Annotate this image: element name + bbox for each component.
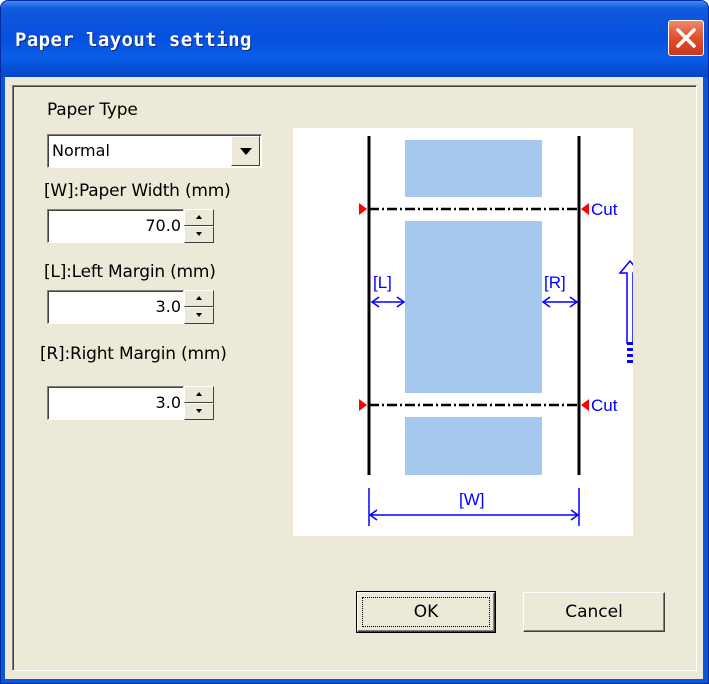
cut-marker-right-top <box>581 203 589 215</box>
right-margin-spinner[interactable] <box>184 386 214 420</box>
right-margin-value: 3.0 <box>155 393 181 412</box>
feed-direction-arrow-icon <box>618 259 642 363</box>
left-margin-spinner[interactable] <box>184 290 214 324</box>
paper-width-spinner[interactable] <box>184 209 214 243</box>
cut-marker-right-bottom <box>581 399 589 411</box>
title-bar[interactable]: Paper layout setting <box>1 1 708 77</box>
paper-width-up-button[interactable] <box>184 209 214 226</box>
cut-marker-left-bottom <box>359 399 367 411</box>
left-margin-input[interactable]: 3.0 <box>47 290 184 324</box>
close-button[interactable] <box>668 20 704 56</box>
paper-type-label: Paper Type <box>47 100 138 120</box>
cut-label-top: Cut <box>591 200 618 219</box>
paper-width-input[interactable]: 70.0 <box>47 209 184 243</box>
paper-width-label: [W]:Paper Width (mm) <box>44 181 231 201</box>
focus-rectangle <box>362 597 490 627</box>
left-margin-label: [L]:Left Margin (mm) <box>44 262 216 282</box>
left-margin-annotation: [L] <box>373 273 392 292</box>
window-title: Paper layout setting <box>15 29 252 51</box>
right-margin-input[interactable]: 3.0 <box>47 386 184 420</box>
left-margin-down-button[interactable] <box>184 307 214 324</box>
left-margin-up-button[interactable] <box>184 290 214 307</box>
paper-layout-diagram: Cut Cut [L] [R] [W] <box>293 128 642 536</box>
right-margin-label: [R]:Right Margin (mm) <box>40 344 227 364</box>
right-margin-down-button[interactable] <box>184 403 214 420</box>
ok-button[interactable]: OK <box>356 591 496 633</box>
paper-type-value: Normal <box>52 141 110 160</box>
cut-marker-left-top <box>359 203 367 215</box>
paper-width-value: 70.0 <box>145 216 181 235</box>
cancel-button[interactable]: Cancel <box>523 592 665 632</box>
cut-label-bottom: Cut <box>591 396 618 415</box>
settings-group-frame: Paper Type Normal [W]:Paper Width (mm) 7… <box>12 85 697 671</box>
label-middle <box>405 221 542 393</box>
label-top <box>405 140 542 197</box>
width-annotation: [W] <box>459 490 485 509</box>
paper-layout-dialog: Paper layout setting Paper Type Normal [… <box>0 0 709 684</box>
dialog-body: Paper Type Normal [W]:Paper Width (mm) 7… <box>5 77 703 679</box>
close-icon <box>676 28 696 48</box>
layout-diagram-svg: Cut Cut [L] [R] [W] <box>359 136 642 526</box>
label-bottom <box>405 417 542 475</box>
left-margin-value: 3.0 <box>155 297 181 316</box>
cancel-button-label: Cancel <box>565 602 623 622</box>
paper-width-down-button[interactable] <box>184 226 214 243</box>
dropdown-arrow-icon[interactable] <box>231 136 260 166</box>
right-margin-up-button[interactable] <box>184 386 214 403</box>
paper-type-select[interactable]: Normal <box>47 134 262 168</box>
right-margin-annotation: [R] <box>544 273 566 292</box>
